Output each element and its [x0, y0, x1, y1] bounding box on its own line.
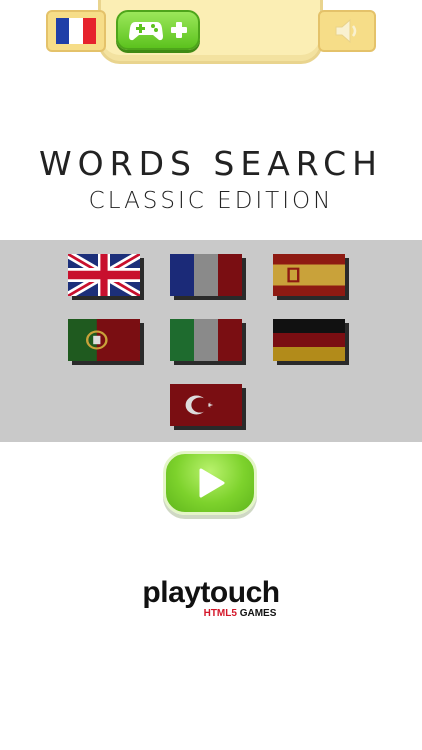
game-title: WORDS SEARCH [39, 144, 383, 183]
language-english-button[interactable] [68, 254, 140, 296]
language-turkish-button[interactable] [170, 384, 242, 426]
portugal-flag-icon [68, 319, 140, 361]
logo-subtitle: HTML5 GAMES [58, 608, 422, 620]
language-french-button[interactable] [170, 254, 242, 296]
more-games-button[interactable] [116, 10, 200, 50]
play-icon [199, 468, 225, 498]
speaker-icon [335, 18, 357, 44]
italy-flag-icon [170, 319, 242, 361]
language-panel [0, 240, 422, 442]
spain-flag-icon [273, 254, 345, 296]
logo-brand: playtouch [142, 576, 280, 609]
turkey-flag-icon [170, 384, 242, 426]
game-subtitle: CLASSIC EDITION [88, 188, 334, 214]
germany-flag-icon [273, 319, 345, 361]
uk-flag-icon [68, 254, 140, 296]
playtouch-logo: playtouch HTML5 GAMES [0, 578, 422, 620]
gamepad-plus-icon [129, 22, 187, 41]
play-button[interactable] [163, 451, 257, 515]
logo-sub-suffix: GAMES [236, 608, 277, 619]
france-flag-icon [170, 254, 242, 296]
language-spanish-button[interactable] [273, 254, 345, 296]
language-toggle-button[interactable] [46, 10, 106, 52]
sound-toggle-button[interactable] [318, 10, 376, 52]
france-flag-icon [56, 18, 96, 44]
language-german-button[interactable] [273, 319, 345, 361]
logo-sub-prefix: HTML5 [203, 608, 237, 619]
language-italian-button[interactable] [170, 319, 242, 361]
language-portuguese-button[interactable] [68, 319, 140, 361]
